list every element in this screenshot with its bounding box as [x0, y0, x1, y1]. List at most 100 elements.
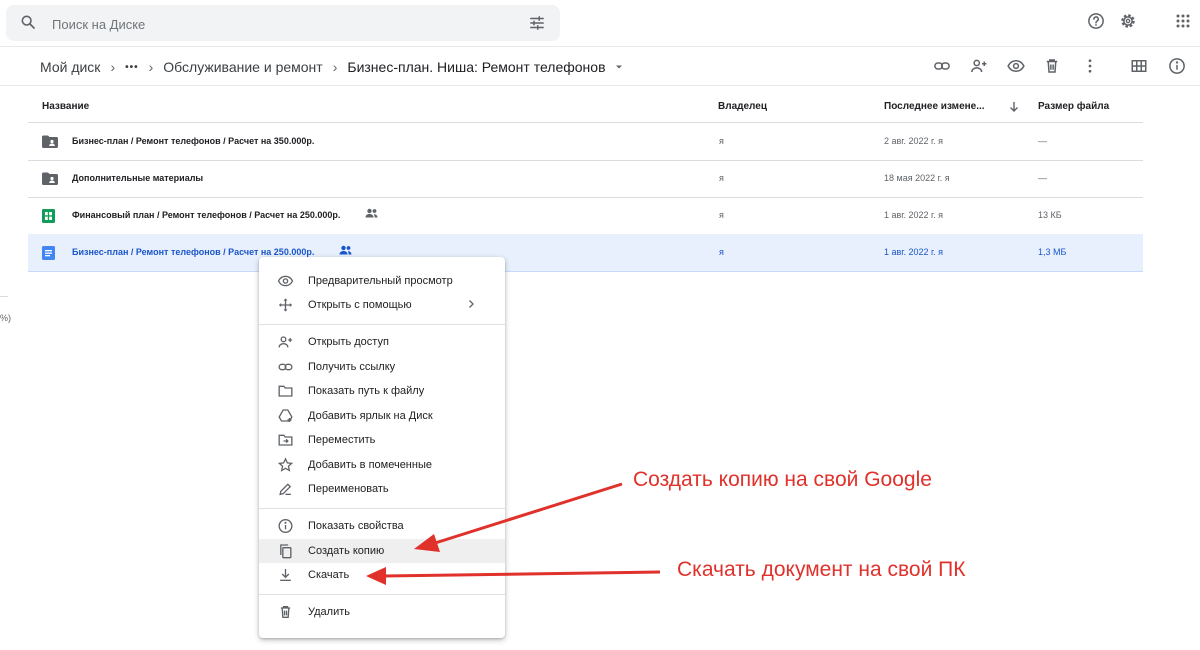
- grid-view-icon[interactable]: [1130, 57, 1148, 75]
- menu-item-label: Открыть доступ: [308, 336, 389, 348]
- file-name[interactable]: Бизнес-план / Ремонт телефонов / Расчет …: [72, 247, 314, 257]
- info-icon[interactable]: [1168, 57, 1186, 75]
- header-divider: [0, 46, 1200, 47]
- menu-item-label: Показать свойства: [308, 520, 404, 532]
- folder-outline-icon: [277, 383, 294, 399]
- google-sheets-icon: [42, 209, 55, 223]
- shared-people-icon: [365, 208, 378, 218]
- file-modified: 2 авг. 2022 г. я: [884, 136, 944, 146]
- file-size: —: [1038, 136, 1047, 146]
- folder-move-icon: [277, 432, 294, 448]
- menu-item-open-with[interactable]: Открыть с помощью: [259, 293, 505, 317]
- file-size: 1,3 МБ: [1038, 247, 1067, 257]
- link-icon[interactable]: [932, 57, 952, 75]
- menu-item-label: Добавить в помеченные: [308, 459, 432, 471]
- link-icon: [277, 359, 294, 375]
- search-bar[interactable]: [6, 5, 560, 41]
- file-size: 13 КБ: [1038, 210, 1062, 220]
- menu-item-label: Создать копию: [308, 545, 385, 557]
- chevron-right-icon: [467, 299, 475, 309]
- file-modified: 1 авг. 2022 г. я: [884, 247, 944, 257]
- table-row[interactable]: Дополнительные материалы я 18 мая 2022 г…: [28, 160, 1143, 198]
- breadcrumb: Мой диск › ••• › Обслуживание и ремонт ›…: [40, 57, 624, 77]
- menu-item-label: Скачать: [308, 569, 350, 581]
- menu-item-label: Добавить ярлык на Диск: [308, 410, 433, 422]
- file-owner: я: [719, 210, 724, 220]
- settings-gear-icon[interactable]: [1119, 12, 1137, 30]
- file-owner: я: [719, 136, 724, 146]
- file-owner: я: [719, 173, 724, 183]
- table-row-selected[interactable]: Бизнес-план / Ремонт телефонов / Расчет …: [28, 234, 1143, 272]
- menu-item-preview[interactable]: Предварительный просмотр: [259, 269, 505, 293]
- file-name[interactable]: Финансовый план / Ремонт телефонов / Рас…: [72, 210, 340, 220]
- google-docs-icon: [42, 246, 55, 260]
- menu-item-delete[interactable]: Удалить: [259, 600, 505, 624]
- preview-eye-icon[interactable]: [1006, 57, 1026, 75]
- menu-item-rename[interactable]: Переименовать: [259, 477, 505, 501]
- column-header-size[interactable]: Размер файла: [1038, 101, 1109, 112]
- more-vert-icon[interactable]: [1081, 57, 1099, 75]
- help-icon[interactable]: [1087, 12, 1105, 30]
- file-name[interactable]: Дополнительные материалы: [72, 173, 203, 183]
- annotation-copy-note: Создать копию на свой Google: [633, 468, 932, 491]
- info-icon: [277, 518, 294, 534]
- menu-item-star[interactable]: Добавить в помеченные: [259, 453, 505, 477]
- table-row[interactable]: Бизнес-план / Ремонт телефонов / Расчет …: [28, 123, 1143, 161]
- copy-icon: [277, 543, 294, 559]
- menu-item-download[interactable]: Скачать: [259, 563, 505, 587]
- sort-arrow-icon[interactable]: [1008, 101, 1020, 113]
- menu-divider: [259, 324, 505, 325]
- table-row[interactable]: Финансовый план / Ремонт телефонов / Рас…: [28, 197, 1143, 235]
- menu-item-add-shortcut[interactable]: Добавить ярлык на Диск: [259, 404, 505, 428]
- trash-icon[interactable]: [1043, 57, 1061, 75]
- context-menu: Предварительный просмотр Открыть с помощ…: [259, 257, 505, 638]
- chevron-right-icon: ›: [110, 59, 116, 75]
- breadcrumb-current[interactable]: Бизнес-план. Ниша: Ремонт телефонов: [347, 59, 605, 75]
- menu-item-label: Показать путь к файлу: [308, 385, 425, 397]
- breadcrumb-folder[interactable]: Обслуживание и ремонт: [163, 59, 322, 75]
- column-header-owner[interactable]: Владелец: [718, 101, 767, 112]
- folder-shared-icon: [42, 135, 58, 149]
- menu-divider: [259, 594, 505, 595]
- column-header-modified[interactable]: Последнее измене...: [884, 101, 985, 112]
- toolbar-divider: [0, 85, 1200, 86]
- download-icon: [277, 567, 294, 583]
- menu-item-share[interactable]: Открыть доступ: [259, 330, 505, 354]
- drive-shortcut-icon: [277, 408, 294, 424]
- breadcrumb-more[interactable]: •••: [125, 62, 139, 73]
- storage-percent-fragment: %): [0, 313, 11, 323]
- left-panel-divider: [0, 296, 8, 297]
- file-size: —: [1038, 173, 1047, 183]
- file-name[interactable]: Бизнес-план / Ремонт телефонов / Расчет …: [72, 136, 314, 146]
- pencil-icon: [277, 481, 294, 497]
- file-modified: 18 мая 2022 г. я: [884, 173, 950, 183]
- menu-item-move[interactable]: Переместить: [259, 428, 505, 452]
- shared-people-icon: [339, 245, 352, 255]
- menu-divider: [259, 508, 505, 509]
- annotation-arrows: [366, 482, 661, 585]
- trash-icon: [277, 604, 294, 620]
- apps-grid-icon[interactable]: [1176, 14, 1190, 28]
- menu-item-details[interactable]: Показать свойства: [259, 514, 505, 538]
- column-header-name[interactable]: Название: [42, 101, 89, 112]
- folder-shared-icon: [42, 172, 58, 186]
- menu-item-label: Открыть с помощью: [308, 299, 412, 311]
- menu-item-label: Удалить: [308, 606, 350, 618]
- search-input[interactable]: [50, 11, 494, 37]
- menu-item-label: Переместить: [308, 434, 376, 446]
- dropdown-arrow-icon[interactable]: [614, 62, 624, 72]
- annotation-download-note: Скачать документ на свой ПК: [677, 558, 966, 581]
- file-modified: 1 авг. 2022 г. я: [884, 210, 944, 220]
- add-person-icon[interactable]: [969, 57, 989, 75]
- chevron-right-icon: ›: [148, 59, 154, 75]
- open-with-move-icon: [277, 297, 294, 313]
- menu-item-get-link[interactable]: Получить ссылку: [259, 355, 505, 379]
- menu-item-show-location[interactable]: Показать путь к файлу: [259, 379, 505, 403]
- search-options-icon[interactable]: [528, 14, 546, 32]
- menu-item-make-copy[interactable]: Создать копию: [259, 539, 505, 563]
- chevron-right-icon: ›: [332, 59, 338, 75]
- breadcrumb-my-drive[interactable]: Мой диск: [40, 59, 100, 75]
- star-outline-icon: [277, 457, 294, 473]
- search-icon[interactable]: [20, 14, 36, 30]
- menu-item-label: Предварительный просмотр: [308, 275, 453, 287]
